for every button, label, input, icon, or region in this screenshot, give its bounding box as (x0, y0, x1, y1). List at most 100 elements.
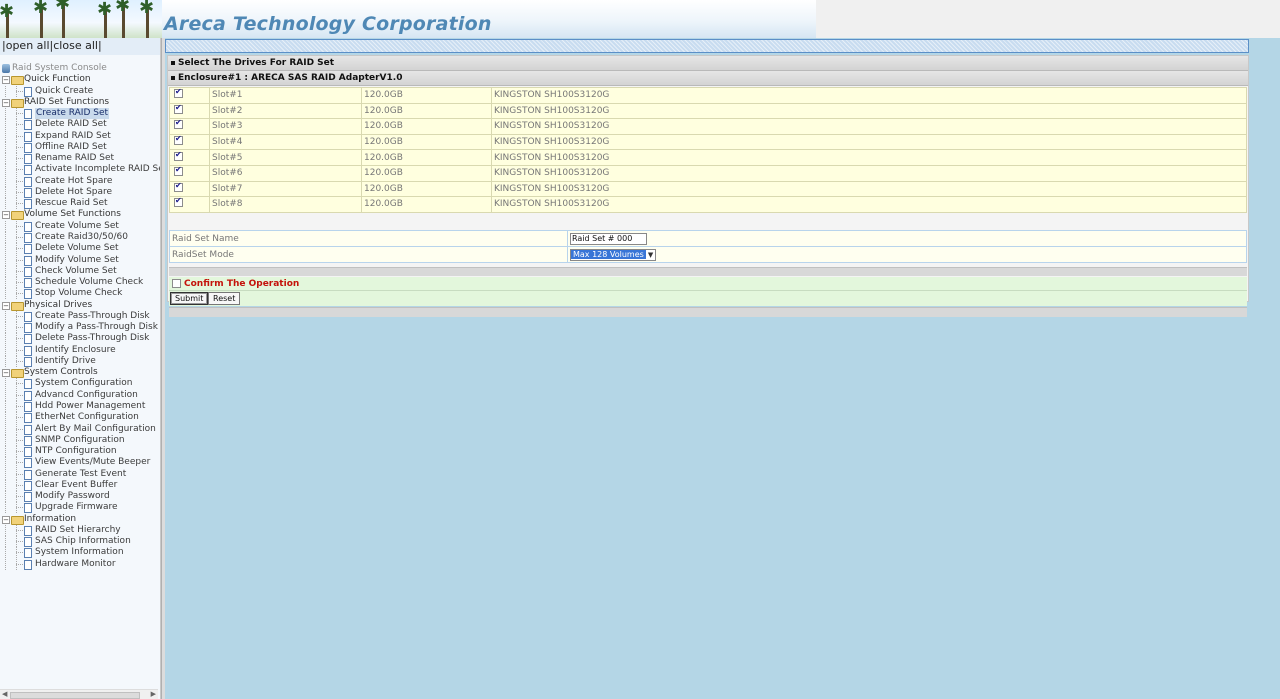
collapse-icon[interactable]: − (2, 369, 10, 378)
horizontal-scrollbar[interactable]: ◀ ▶ (0, 689, 158, 699)
drive-size: 120.0GB (361, 133, 492, 151)
raid-set-name-label: Raid Set Name (169, 230, 568, 247)
tree-item[interactable]: Create Volume Set (0, 220, 156, 232)
scrollbar-thumb[interactable] (10, 692, 140, 699)
scroll-left-icon[interactable]: ◀ (2, 690, 7, 698)
tree-item[interactable]: System Information (0, 547, 156, 559)
confirm-checkbox[interactable] (172, 279, 181, 288)
tree-item[interactable]: Modify a Pass-Through Disk (0, 322, 158, 334)
page-icon (24, 480, 32, 491)
tree-label: Clear Event Buffer (35, 479, 118, 490)
tree-category[interactable]: − Physical Drives (0, 300, 156, 311)
tree-category[interactable]: − RAID Set Functions (0, 97, 156, 108)
tree-item[interactable]: Rename RAID Set (0, 153, 156, 165)
drive-checkbox[interactable] (174, 150, 183, 161)
tree-item[interactable]: Create Hot Spare (0, 175, 156, 187)
scroll-right-icon[interactable]: ▶ (151, 690, 156, 698)
drive-model: KINGSTON SH100S3120G (491, 133, 1247, 151)
collapse-icon[interactable]: − (2, 301, 10, 310)
drive-checkbox[interactable] (174, 87, 183, 99)
tree-label: Create Raid30/50/60 (35, 231, 128, 242)
tree-category[interactable]: − System Controls (0, 367, 156, 379)
page-icon (24, 548, 32, 559)
tree-item[interactable]: RAID Set Hierarchy (0, 524, 156, 536)
drive-checkbox[interactable] (174, 118, 183, 130)
drive-row: Slot#3120.0GBKINGSTON SH100S3120G (169, 118, 1247, 135)
tree-item[interactable]: Stop Volume Check (0, 288, 156, 300)
tree-item[interactable]: Delete Hot Spare (0, 186, 156, 198)
tree-item[interactable]: Hdd Power Management (0, 400, 156, 412)
tree-item[interactable]: Schedule Volume Check (0, 277, 156, 289)
tree-item[interactable]: Rescue Raid Set (0, 198, 156, 210)
tree-category[interactable]: − Volume Set Functions (0, 209, 156, 221)
tree-item[interactable]: Advancd Configuration (0, 389, 156, 401)
drive-checkbox[interactable] (174, 196, 183, 208)
tree-item[interactable]: Create Raid30/50/60 (0, 231, 156, 243)
tree-item[interactable]: Delete Pass-Through Disk (0, 333, 156, 345)
tree-label: Quick Create (35, 85, 94, 96)
page-icon (24, 165, 32, 176)
drive-checkbox[interactable] (174, 181, 183, 192)
collapse-icon[interactable]: − (2, 76, 10, 85)
tree-label: SAS Chip Information (35, 536, 131, 547)
tree-item[interactable]: Activate Incomplete RAID Se (0, 164, 160, 176)
raid-params-table: Raid Set Name Raid Set # 000 RaidSet Mod… (169, 230, 1247, 263)
collapse-icon[interactable]: − (2, 515, 10, 524)
tree-item[interactable]: Upgrade Firmware (0, 502, 156, 514)
drive-checkbox[interactable] (174, 165, 183, 177)
tree-label: Modify Password (35, 491, 110, 502)
tree-category[interactable]: − Quick Function (0, 74, 156, 86)
tree-item[interactable]: Modify Volume Set (0, 254, 156, 266)
tree-item[interactable]: Create RAID Set (0, 108, 156, 120)
tree-item[interactable]: Create Pass-Through Disk (0, 310, 156, 322)
raid-set-mode-value: Max 128 Volumes (571, 249, 646, 259)
page-icon (24, 469, 32, 480)
tree-item[interactable]: NTP Configuration (0, 446, 156, 458)
page-icon (24, 525, 32, 536)
tree-label: EtherNet Configuration (35, 412, 139, 423)
tree-item[interactable]: Modify Password (0, 491, 156, 503)
collapse-icon[interactable]: − (2, 98, 10, 107)
reset-button[interactable]: Reset (208, 292, 241, 305)
tree-item[interactable]: SAS Chip Information (0, 536, 156, 548)
tree-item[interactable]: View Events/Mute Beeper (0, 457, 156, 469)
drive-row: Slot#2120.0GBKINGSTON SH100S3120G (169, 102, 1247, 120)
collapse-icon[interactable]: − (2, 211, 10, 220)
header-banner: ✱ ✱ ✱ ✱ ✱ ✱ Areca Technology Corporation (0, 0, 816, 38)
drive-checkbox[interactable] (174, 134, 183, 146)
tree-item[interactable]: Check Volume Set (0, 265, 156, 277)
raid-set-mode-row: RaidSet Mode Max 128 Volumes ▼ (169, 246, 1247, 263)
raid-set-name-input[interactable]: Raid Set # 000 (570, 232, 647, 245)
navigation-frame: |open all|close all| Raid System Console… (0, 38, 161, 699)
raid-set-mode-select[interactable]: Max 128 Volumes ▼ (570, 248, 657, 261)
tree-label: Schedule Volume Check (35, 277, 144, 288)
drive-checkbox[interactable] (174, 103, 183, 114)
tree-item[interactable]: System Configuration (0, 378, 156, 390)
drive-model: KINGSTON SH100S3120G (491, 87, 1247, 104)
tree-category[interactable]: − Information (0, 514, 156, 525)
tree-item[interactable]: Alert By Mail Configuration (0, 423, 156, 435)
tree-item[interactable]: Delete RAID Set (0, 119, 156, 131)
tree-item[interactable]: Identify Drive (0, 355, 156, 367)
submit-button[interactable]: Submit (170, 292, 209, 305)
raid-set-mode-label: RaidSet Mode (169, 246, 568, 263)
drive-row: Slot#5120.0GBKINGSTON SH100S3120G (169, 149, 1247, 166)
tree-item[interactable]: EtherNet Configuration (0, 412, 156, 424)
close-all-link[interactable]: close all (53, 39, 98, 52)
tree-item[interactable]: Identify Enclosure (0, 344, 156, 356)
page-icon (24, 356, 32, 367)
tree-item[interactable]: Clear Event Buffer (0, 479, 156, 491)
tree-item[interactable]: SNMP Configuration (0, 434, 156, 446)
tree-label: System Information (35, 547, 124, 558)
tree-item[interactable]: Delete Volume Set (0, 243, 156, 255)
enclosure-header: Enclosure#1 : ARECA SAS RAID AdapterV1.0 (168, 71, 1248, 86)
tree-item[interactable]: Expand RAID Set (0, 130, 156, 142)
tree-item[interactable]: Hardware Monitor (0, 558, 156, 570)
tree-item[interactable]: Generate Test Event (0, 468, 156, 480)
tree-item[interactable]: Offline RAID Set (0, 141, 156, 153)
tree-label: Generate Test Event (35, 468, 127, 479)
folder-open-icon (11, 515, 24, 525)
tree-item[interactable]: Quick Create (0, 85, 156, 97)
open-all-link[interactable]: open all (6, 39, 50, 52)
tree-root[interactable]: Raid System Console (0, 63, 156, 74)
